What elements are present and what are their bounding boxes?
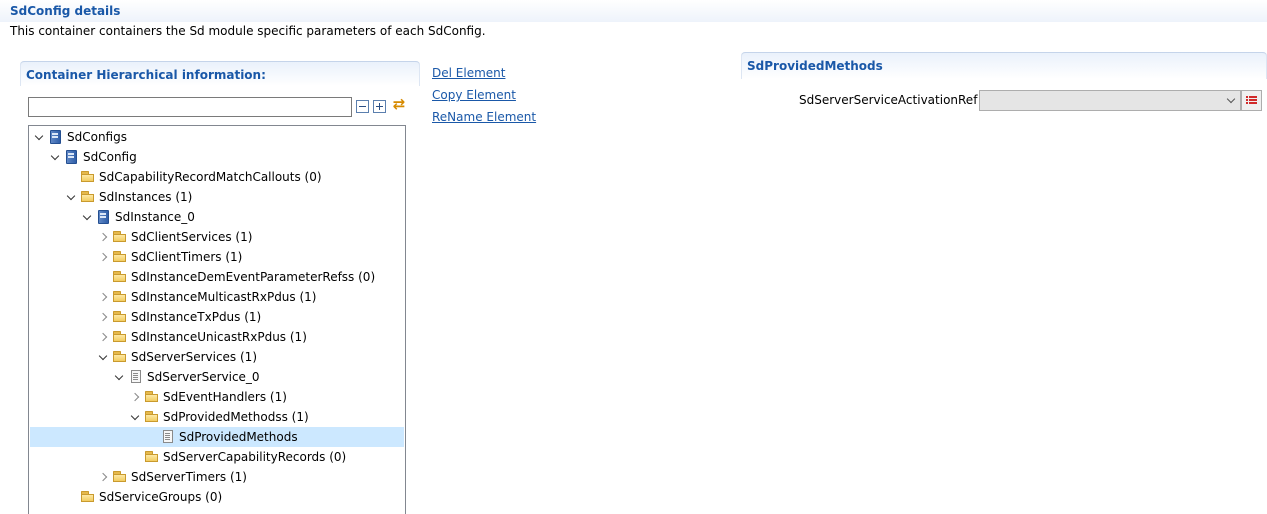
copy-element-link[interactable]: Copy Element [432,84,536,106]
tree-row[interactable]: SdInstanceTxPdus (1) [30,307,404,327]
tree-row[interactable]: SdProvidedMethods [30,427,404,447]
chevron-right-icon[interactable] [98,330,110,344]
details-header-bar [0,0,1267,22]
folder-icon [113,310,127,324]
folder-icon [113,470,127,484]
tree-filter-input[interactable] [28,97,352,117]
folder-icon [113,330,127,344]
module-icon [65,150,79,164]
provided-methods-section: SdProvidedMethods SdServerServiceActivat… [741,52,1267,132]
tree-row[interactable]: SdServerServices (1) [30,347,404,367]
rename-element-link[interactable]: ReName Element [432,106,536,128]
section-header: Container Hierarchical information: [20,61,420,86]
chevron-right-icon[interactable] [130,390,142,404]
tree-item-label: SdConfigs [67,130,127,144]
activation-ref-select[interactable] [979,90,1241,111]
reference-list-button[interactable] [1241,90,1262,111]
tree-item-label: SdServerTimers (1) [131,470,247,484]
tree-item-label: SdServerCapabilityRecords (0) [163,450,347,464]
tree-row[interactable]: SdProvidedMethodss (1) [30,407,404,427]
module-icon [97,210,111,224]
tree-item-label: SdServerServices (1) [131,350,257,364]
chevron-down-icon[interactable] [98,350,110,364]
folder-icon [145,450,159,464]
tree-item-label: SdProvidedMethodss (1) [163,410,309,424]
tree-item-label: SdConfig [83,150,137,164]
chevron-down-icon[interactable] [130,410,142,424]
tree-item-label: SdInstance_0 [115,210,195,224]
tree-item-label: SdInstances (1) [99,190,193,204]
tree-filter-row: ⇄ [28,95,420,119]
sync-icon[interactable]: ⇄ [390,95,408,113]
tree-row[interactable]: SdInstance_0 [30,207,404,227]
tree-row[interactable]: SdServerService_0 [30,367,404,387]
tree-row[interactable]: SdServiceGroups (0) [30,487,404,507]
tree-item-label: SdInstanceMulticastRxPdus (1) [131,290,317,304]
folder-icon [113,230,127,244]
folder-icon [113,250,127,264]
tree-item-label: SdProvidedMethods [179,430,298,444]
element-actions: Del Element Copy Element ReName Element [432,62,536,128]
tree-item-label: SdServiceGroups (0) [99,490,223,504]
expand-all-icon[interactable] [373,100,386,113]
chevron-right-icon[interactable] [98,230,110,244]
del-element-link[interactable]: Del Element [432,62,536,84]
tree-row[interactable]: SdCapabilityRecordMatchCallouts (0) [30,167,404,187]
chevron-right-icon[interactable] [98,250,110,264]
module-icon [49,130,63,144]
container-hierarchy-section: Container Hierarchical information: ⇄ Sd… [20,61,420,514]
page-description: This container containers the Sd module … [10,24,486,38]
folder-icon [81,190,95,204]
folder-icon [113,290,127,304]
tree-row[interactable]: SdServerTimers (1) [30,467,404,487]
chevron-right-icon[interactable] [98,290,110,304]
page-title: SdConfig details [10,4,121,18]
folder-icon [113,350,127,364]
folder-icon [81,490,95,504]
doc-icon [129,370,143,384]
tree-item-label: SdCapabilityRecordMatchCallouts (0) [99,170,322,184]
tree-row[interactable]: SdInstanceMulticastRxPdus (1) [30,287,404,307]
doc-icon [161,430,175,444]
tree-row[interactable]: SdServerCapabilityRecords (0) [30,447,404,467]
folder-icon [145,410,159,424]
tree-item-label: SdClientServices (1) [131,230,253,244]
chevron-down-icon[interactable] [34,130,46,144]
section-title: Container Hierarchical information: [26,68,266,82]
tree-item-label: SdInstanceUnicastRxPdus (1) [131,330,307,344]
list-icon [1246,96,1257,105]
folder-icon [81,170,95,184]
chevron-down-icon[interactable] [114,370,126,384]
tree-row[interactable]: SdInstances (1) [30,187,404,207]
activation-ref-label: SdServerServiceActivationRef : [799,93,986,107]
tree-item-label: SdInstanceTxPdus (1) [131,310,262,324]
chevron-right-icon[interactable] [98,470,110,484]
section-title: SdProvidedMethods [747,59,883,73]
section-header: SdProvidedMethods [741,52,1267,79]
chevron-down-icon[interactable] [66,190,78,204]
folder-icon [113,270,127,284]
tree-item-label: SdEventHandlers (1) [163,390,287,404]
chevron-down-icon[interactable] [50,150,62,164]
tree-item-label: SdServerService_0 [147,370,260,384]
tree-item-label: SdClientTimers (1) [131,250,243,264]
container-tree: SdConfigs SdConfig SdCapabilityRecordMatch… [28,125,406,514]
tree-row[interactable]: SdInstanceUnicastRxPdus (1) [30,327,404,347]
tree-row[interactable]: SdConfig [30,147,404,167]
tree-row[interactable]: SdConfigs [30,127,404,147]
tree-row[interactable]: SdEventHandlers (1) [30,387,404,407]
chevron-right-icon[interactable] [98,310,110,324]
tree-row[interactable]: SdInstanceDemEventParameterRefss (0) [30,267,404,287]
chevron-down-icon[interactable] [82,210,94,224]
folder-icon [145,390,159,404]
tree-item-label: SdInstanceDemEventParameterRefss (0) [131,270,376,284]
tree-row[interactable]: SdClientTimers (1) [30,247,404,267]
collapse-all-icon[interactable] [356,100,369,113]
tree-row[interactable]: SdClientServices (1) [30,227,404,247]
